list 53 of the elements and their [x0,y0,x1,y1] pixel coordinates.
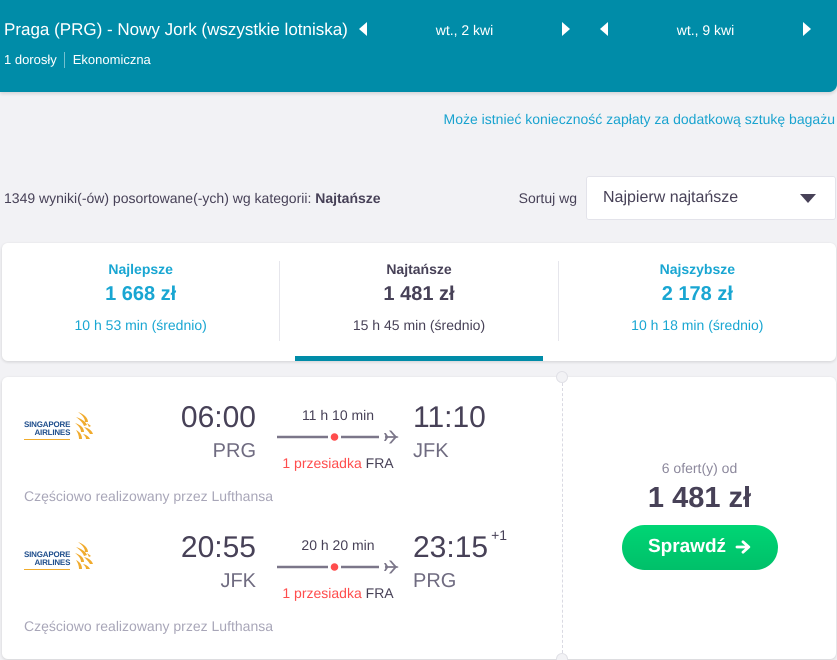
departure-airport: PRG [212,439,256,464]
route-title: Praga (PRG) - Nowy Jork (wszystkie lotniska) [4,19,348,41]
passenger-count: 1 dorosły [4,52,57,68]
results-summary: 1349 wyniki(-ów) posortowane(-ych) wg kategorii: Najtańsze [4,190,381,206]
arrival-time: 23:15 [413,531,488,565]
operated-by-note: Częściowo realizowany przez Lufthansa [24,618,274,634]
flight-duration: 20 h 20 min [301,537,375,553]
stopover-dot-icon [330,433,338,441]
arrival-airport: JFK [413,439,449,464]
tab-label: Najtańsze [386,260,452,278]
sort-label: Sortuj wg [518,190,577,206]
next-day-indicator: +1 [491,528,508,542]
stopover-dot-icon [330,563,338,571]
sort-tab[interactable]: Najtańsze 1 481 zł 15 h 45 min (średnio) [280,243,558,361]
stopover-info: 1 przesiadka FRA [282,455,394,471]
bird-logo-icon [73,412,94,440]
offers-count: 6 ofert(y) od [662,460,738,476]
arrow-right-icon [735,540,752,554]
sort-tab[interactable]: Najlepsze 1 668 zł 10 h 53 min (średnio) [2,243,280,361]
total-price: 1 481 zł [648,482,752,514]
date-button[interactable]: wt., 2 kwi [436,21,494,39]
departure-time: 20:55 [180,531,256,565]
airplane-icon [384,430,398,444]
sort-tab[interactable]: Najszybsze 2 178 zł 10 h 18 min (średnio) [558,243,836,361]
tab-average-duration: 15 h 45 min (średnio) [352,316,486,334]
departure-airport: JFK [220,569,256,594]
check-button[interactable]: Sprawdź [622,524,778,570]
tab-price: 1 481 zł [383,282,455,306]
bird-logo-icon [73,542,94,570]
operated-by-note: Częściowo realizowany przez Lufthansa [24,488,274,504]
tab-label: Najszybsze [660,260,736,278]
tab-average-duration: 10 h 53 min (średnio) [74,316,207,334]
baggage-fee-link[interactable]: Może istnieć konieczność zapłaty za dodatkową sztukę bagażu [444,111,835,127]
previous-day-arrow-icon[interactable] [600,22,608,36]
tab-price: 1 668 zł [105,282,176,306]
departure-time: 06:00 [180,401,256,435]
next-day-arrow-icon[interactable] [802,22,811,36]
airline-logo-text: SINGAPORE AIRLINES [24,421,70,440]
airplane-icon [384,560,398,574]
airline-logo-text: SINGAPORE AIRLINES [24,551,70,570]
arrival-airport: PRG [413,569,456,594]
flight-duration: 11 h 10 min [302,407,374,423]
stopover-info: 1 przesiadka FRA [282,585,394,601]
arrival-time: 11:10 [413,401,486,435]
cabin-class: Ekonomiczna [72,52,151,68]
previous-day-arrow-icon[interactable] [359,22,367,36]
date-button[interactable]: wt., 9 kwi [676,21,734,39]
tab-label: Najlepsze [108,260,173,278]
tab-price: 2 178 zł [662,282,733,306]
caret-down-icon [800,194,816,202]
tab-average-duration: 10 h 18 min (średnio) [631,316,764,334]
next-day-arrow-icon[interactable] [562,22,570,36]
sort-dropdown[interactable]: Najpierw najtańsze [586,176,836,220]
